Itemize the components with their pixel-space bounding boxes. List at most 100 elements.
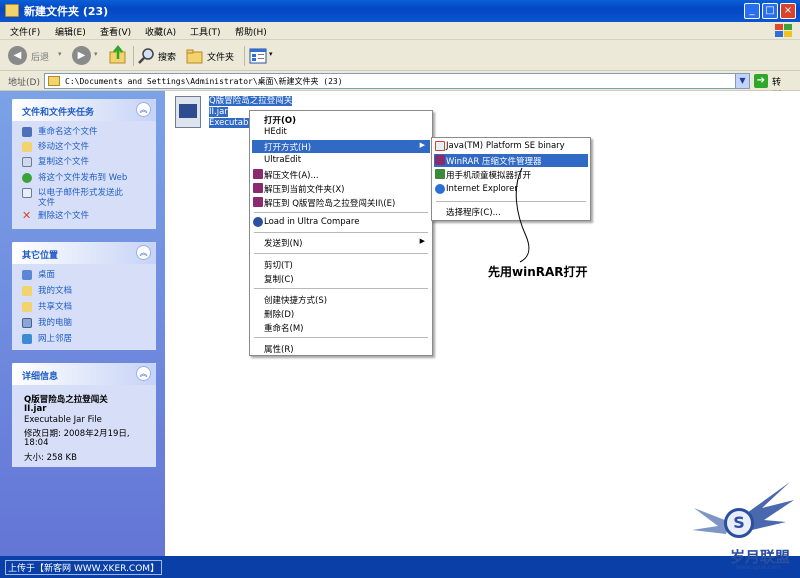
details-panel-header[interactable]: 详细信息 ︽: [12, 363, 156, 385]
task-pane: 文件和文件夹任务 ︽ 重命名这个文件 移动这个文件 复制这个文件 将这个文件发布…: [0, 91, 165, 556]
back-button[interactable]: ◀ 后退 ▾: [8, 45, 68, 67]
menu-bar: 文件(F) 编辑(E) 查看(V) 收藏(A) 工具(T) 帮助(H): [0, 22, 800, 40]
watermark-emblem: S: [724, 508, 754, 538]
computer-icon: [22, 318, 32, 328]
views-icon: [249, 48, 267, 64]
phone-emulator-icon: [435, 169, 445, 179]
copy-icon: [22, 157, 32, 167]
delete-icon: ✕: [22, 209, 32, 222]
collapse-icon[interactable]: ︽: [136, 102, 151, 117]
folder-icon: [48, 76, 60, 86]
winrar-icon: [253, 169, 263, 179]
menu-item-extract-here[interactable]: 解压到当前文件夹(X): [252, 182, 430, 195]
internet-explorer-icon: [435, 184, 445, 194]
places-panel-header[interactable]: 其它位置 ︽: [12, 242, 156, 264]
address-path: C:\Documents and Settings\Administrator\…: [65, 77, 343, 86]
menu-item-open[interactable]: 打开(O): [252, 113, 430, 126]
menu-edit[interactable]: 编辑(E): [55, 25, 86, 38]
minimize-button[interactable]: _: [744, 3, 760, 19]
menu-tools[interactable]: 工具(T): [190, 25, 221, 38]
rename-icon: [22, 127, 32, 137]
maximize-button[interactable]: □: [762, 3, 778, 19]
winrar-icon: [435, 155, 445, 165]
toolbar-separator: [244, 46, 245, 66]
submenu-item-internet-explorer[interactable]: Internet Explorer: [434, 183, 588, 196]
menu-item-properties[interactable]: 属性(R): [252, 342, 430, 355]
menu-item-hedit[interactable]: HEdit: [252, 126, 430, 139]
close-button[interactable]: ×: [780, 3, 796, 19]
forward-dropdown-icon: ▾: [94, 50, 98, 58]
watermark-url: www.syue.com: [736, 564, 781, 571]
ultra-compare-icon: [253, 217, 263, 227]
views-button[interactable]: ▾: [249, 45, 277, 67]
email-icon: [22, 188, 32, 198]
menu-view[interactable]: 查看(V): [100, 25, 131, 38]
up-folder-button[interactable]: [108, 44, 130, 67]
places-panel-title: 其它位置: [22, 251, 59, 261]
folder-icon: [5, 4, 19, 17]
go-arrow-icon: ➔: [754, 74, 768, 88]
back-dropdown-icon: ▾: [58, 50, 62, 58]
menu-separator: [254, 232, 428, 233]
menu-separator: [254, 288, 428, 289]
menu-file[interactable]: 文件(F): [10, 25, 40, 38]
submenu-item-java[interactable]: Java(TM) Platform SE binary: [434, 140, 588, 153]
tasks-panel-title: 文件和文件夹任务: [22, 108, 95, 118]
address-bar: 地址(D) C:\Documents and Settings\Administ…: [0, 71, 800, 101]
menu-separator: [436, 201, 586, 202]
menu-item-create-shortcut[interactable]: 创建快捷方式(S): [252, 293, 430, 306]
toolbar-separator: [133, 46, 134, 66]
collapse-icon[interactable]: ︽: [136, 366, 151, 381]
menu-separator: [254, 253, 428, 254]
tasks-panel-header[interactable]: 文件和文件夹任务 ︽: [12, 99, 156, 121]
menu-item-copy[interactable]: 复制(C): [252, 272, 430, 285]
menu-item-rename[interactable]: 重命名(M): [252, 321, 430, 334]
folders-button[interactable]: 文件夹: [186, 45, 242, 67]
address-label: 地址(D): [8, 78, 40, 88]
collapse-icon[interactable]: ︽: [136, 245, 151, 260]
menu-help[interactable]: 帮助(H): [235, 25, 267, 38]
web-publish-icon: [22, 173, 32, 183]
details-size: 大小: 258 KB: [24, 453, 77, 463]
submenu-item-choose-program[interactable]: 选择程序(C)...: [434, 205, 588, 218]
windows-logo-icon: [775, 24, 792, 37]
move-icon: [22, 142, 32, 152]
search-icon: [138, 48, 154, 64]
details-modified-time: 18:04: [24, 438, 49, 448]
menu-item-open-with[interactable]: 打开方式(H) ▶: [252, 140, 430, 153]
menu-item-extract-to[interactable]: 解压到 Q版冒险岛之拉登闯关II\(E): [252, 196, 430, 209]
forward-button[interactable]: ▶ ▾: [72, 45, 102, 67]
submenu-item-winrar[interactable]: WinRAR 压缩文件管理器: [434, 154, 588, 167]
status-bar: 上传于【新客网 WWW.XKER.COM】: [0, 556, 800, 578]
open-with-submenu: Java(TM) Platform SE binary WinRAR 压缩文件管…: [431, 137, 591, 221]
menu-item-ultraedit[interactable]: UltraEdit: [252, 154, 430, 167]
toolbar: ◀ 后退 ▾ ▶ ▾ 搜索 文件夹 ▾: [0, 40, 800, 71]
address-dropdown-icon[interactable]: ▼: [735, 74, 749, 88]
menu-item-cut[interactable]: 剪切(T): [252, 258, 430, 271]
tasks-panel: 文件和文件夹任务 ︽ 重命名这个文件 移动这个文件 复制这个文件 将这个文件发布…: [12, 99, 156, 229]
menu-favorites[interactable]: 收藏(A): [145, 25, 176, 38]
annotation-text: 先用winRAR打开: [488, 265, 588, 279]
window-title: 新建文件夹 (23): [24, 5, 109, 18]
back-arrow-icon: ◀: [8, 46, 27, 65]
status-text: 上传于【新客网 WWW.XKER.COM】: [5, 560, 163, 575]
desktop-icon: [22, 270, 32, 280]
submenu-arrow-icon: ▶: [419, 141, 425, 149]
places-panel: 其它位置 ︽ 桌面 我的文档 共享文档 我的电脑 网上邻居: [12, 242, 156, 350]
context-menu: 打开(O) HEdit 打开方式(H) ▶ UltraEdit 解压文件(A)..…: [249, 110, 433, 356]
up-folder-icon: [109, 44, 126, 64]
java-icon: [435, 141, 445, 151]
menu-item-extract[interactable]: 解压文件(A)...: [252, 168, 430, 181]
winrar-icon: [253, 197, 263, 207]
menu-item-delete[interactable]: 删除(D): [252, 307, 430, 320]
menu-item-send-to[interactable]: 发送到(N) ▶: [252, 236, 430, 249]
address-input[interactable]: C:\Documents and Settings\Administrator\…: [44, 73, 750, 89]
winrar-icon: [253, 183, 263, 193]
details-name-ext: II.jar: [24, 404, 47, 414]
search-button[interactable]: 搜索: [138, 45, 184, 67]
menu-item-ultra-compare[interactable]: Load in Ultra Compare: [252, 216, 430, 229]
folders-icon: [186, 49, 203, 64]
submenu-item-phone-emulator[interactable]: 用手机顽童模拟器打开: [434, 168, 588, 181]
jar-file-icon[interactable]: [175, 96, 201, 128]
menu-separator: [254, 212, 428, 213]
